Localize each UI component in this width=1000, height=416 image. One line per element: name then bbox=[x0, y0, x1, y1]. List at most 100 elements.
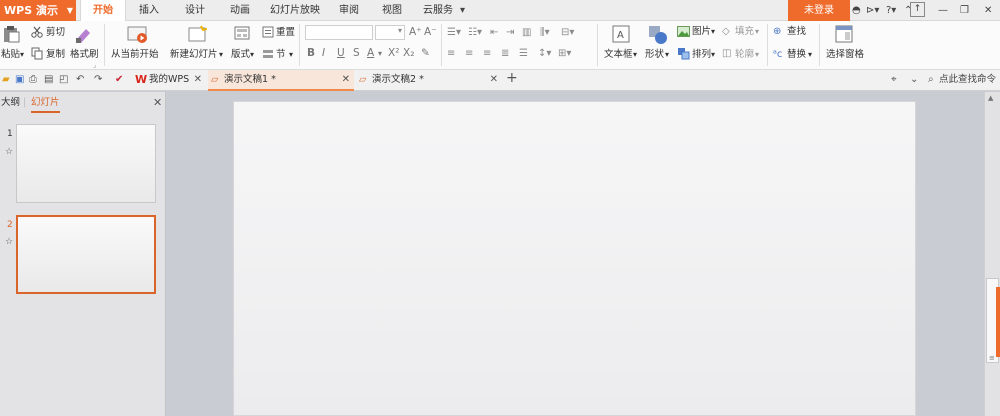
distribute-icon[interactable]: ☰ bbox=[519, 48, 528, 60]
tab-document-2[interactable]: ▱ 演示文稿2 * ✕ bbox=[356, 70, 502, 91]
tab-view[interactable]: 视图 bbox=[377, 0, 407, 21]
restore-layout-icon[interactable]: ↑ bbox=[910, 2, 925, 17]
new-tab-icon[interactable]: + bbox=[506, 71, 518, 85]
slide-thumbnail-selected[interactable] bbox=[16, 215, 156, 294]
picture-button[interactable]: 图片 bbox=[692, 26, 711, 38]
section-button[interactable]: 节 bbox=[276, 49, 286, 61]
close-icon[interactable]: ✕ bbox=[194, 70, 202, 90]
divider bbox=[767, 24, 768, 66]
help-icon[interactable]: ?▾ bbox=[886, 3, 896, 18]
chevron-down-icon[interactable]: ▾ bbox=[289, 49, 293, 61]
chevron-down-icon[interactable]: ▾ bbox=[711, 49, 715, 61]
tab-document-1[interactable]: ▱ 演示文稿1 * ✕ bbox=[208, 70, 354, 91]
replace-button[interactable]: 替换 bbox=[787, 49, 806, 61]
play-from-current-button[interactable]: 从当前开始 bbox=[111, 49, 159, 61]
tab-cloud[interactable]: 云服务 bbox=[420, 0, 456, 21]
copy-button[interactable]: 复制 bbox=[46, 49, 65, 61]
chevron-down-icon[interactable]: ▾ bbox=[808, 49, 812, 61]
tab-home[interactable]: 开始 bbox=[80, 0, 126, 22]
columns-icon[interactable]: ▥ bbox=[522, 27, 531, 39]
increase-indent-icon[interactable]: ⇥ bbox=[506, 27, 514, 39]
reset-button[interactable]: 重置 bbox=[276, 27, 295, 39]
chevron-down-icon[interactable]: ▾ bbox=[219, 49, 223, 61]
text-direction-icon[interactable]: ⫼▾ bbox=[540, 27, 550, 39]
font-name-combo[interactable] bbox=[305, 25, 373, 40]
tab-review[interactable]: 审阅 bbox=[334, 0, 364, 21]
arrange-button[interactable]: 排列 bbox=[692, 49, 711, 61]
align-center-icon[interactable]: ≡ bbox=[465, 48, 473, 60]
align-text-icon[interactable]: ⊟▾ bbox=[561, 27, 574, 39]
minimize-icon[interactable]: — bbox=[938, 3, 948, 18]
font-size-combo[interactable]: ▾ bbox=[375, 25, 405, 40]
shadow-icon[interactable]: S bbox=[353, 47, 360, 60]
slide-thumbnail[interactable] bbox=[16, 124, 156, 203]
bullet-list-icon[interactable]: ☰▾ bbox=[447, 27, 461, 39]
decrease-indent-icon[interactable]: ⇤ bbox=[490, 27, 498, 39]
print-icon[interactable]: ⎙ bbox=[29, 74, 37, 86]
layout-button[interactable]: 版式 bbox=[231, 49, 250, 61]
outline-button[interactable]: 轮廓 bbox=[735, 49, 754, 61]
subscript-icon[interactable]: X₂ bbox=[403, 47, 414, 60]
tab-design[interactable]: 设计 bbox=[180, 0, 210, 21]
italic-icon[interactable]: I bbox=[322, 47, 325, 60]
chevron-down-icon[interactable]: ▾ bbox=[633, 49, 637, 61]
shape-button[interactable]: 形状 bbox=[645, 49, 664, 61]
tab-menu-icon[interactable]: ⌄ bbox=[910, 74, 918, 86]
paste-button[interactable]: 粘贴 bbox=[1, 49, 20, 61]
vertical-scrollbar[interactable]: ▲ ≡ bbox=[984, 92, 1000, 416]
customize-qat-icon[interactable]: ✔ bbox=[115, 74, 123, 86]
tab-insert[interactable]: 插入 bbox=[134, 0, 164, 21]
selection-pane-button[interactable]: 选择窗格 bbox=[826, 49, 864, 61]
share-icon[interactable]: ⊳▾ bbox=[866, 3, 879, 18]
tab-slides[interactable]: 幻灯片 bbox=[31, 96, 60, 113]
close-icon[interactable]: ✕ bbox=[490, 70, 498, 90]
align-right-icon[interactable]: ≡ bbox=[483, 48, 491, 60]
app-menu-button[interactable]: WPS 演示 ▼ bbox=[0, 0, 76, 21]
tab-slideshow[interactable]: 幻灯片放映 bbox=[266, 0, 324, 21]
close-panel-icon[interactable]: ✕ bbox=[153, 96, 162, 110]
fill-button[interactable]: 填充 bbox=[735, 26, 754, 38]
login-button[interactable]: 未登录 bbox=[788, 0, 850, 21]
clear-format-icon[interactable]: ✎ bbox=[421, 47, 430, 60]
close-icon[interactable]: ✕ bbox=[984, 3, 992, 18]
skin-icon[interactable]: ◓ bbox=[852, 3, 861, 18]
smartart-icon[interactable]: ⊞▾ bbox=[558, 48, 571, 60]
undo-icon[interactable]: ↶ bbox=[76, 74, 84, 86]
print-preview-icon[interactable]: ▤ bbox=[44, 74, 53, 86]
chevron-down-icon[interactable]: ▾ bbox=[665, 49, 669, 61]
pin-icon[interactable]: ⌖ bbox=[891, 74, 897, 86]
chevron-down-icon[interactable]: ▾ bbox=[250, 49, 254, 61]
chevron-down-icon[interactable]: ▾ bbox=[378, 47, 382, 60]
bold-icon[interactable]: B bbox=[307, 47, 315, 60]
cut-button[interactable]: 剪切 bbox=[46, 27, 65, 39]
chevron-down-icon[interactable]: ▾ bbox=[20, 49, 24, 61]
redo-icon[interactable]: ↷ bbox=[94, 74, 102, 86]
font-shrink-icon[interactable]: A⁻ bbox=[424, 26, 437, 39]
tab-animation[interactable]: 动画 bbox=[225, 0, 255, 21]
tab-my-wps[interactable]: W 我的WPS ✕ bbox=[133, 70, 206, 91]
align-left-icon[interactable]: ≡ bbox=[447, 48, 455, 60]
find-button[interactable]: 查找 bbox=[787, 26, 806, 38]
textbox-button[interactable]: 文本框 bbox=[604, 49, 633, 61]
maximize-icon[interactable]: ❐ bbox=[960, 3, 969, 18]
superscript-icon[interactable]: X² bbox=[388, 47, 399, 60]
chevron-down-icon[interactable]: ▾ bbox=[460, 3, 465, 18]
font-color-icon[interactable]: A bbox=[367, 47, 374, 60]
new-slide-button[interactable]: 新建幻灯片 bbox=[170, 49, 218, 61]
font-grow-icon[interactable]: A⁺ bbox=[409, 26, 422, 39]
export-pdf-icon[interactable]: ◰ bbox=[59, 74, 68, 86]
command-search-input[interactable]: 点此查找命令 bbox=[939, 74, 996, 86]
chevron-down-icon[interactable]: ▾ bbox=[755, 49, 759, 61]
chevron-down-icon[interactable]: ▾ bbox=[755, 26, 759, 38]
scroll-up-icon[interactable]: ▲ bbox=[988, 94, 993, 102]
justify-icon[interactable]: ≣ bbox=[501, 48, 509, 60]
chevron-down-icon[interactable]: ▾ bbox=[711, 26, 715, 38]
save-icon[interactable]: ▣ bbox=[15, 74, 24, 86]
slide-canvas[interactable] bbox=[233, 101, 916, 416]
line-spacing-icon[interactable]: ↕▾ bbox=[538, 48, 551, 60]
close-icon[interactable]: ✕ bbox=[342, 70, 350, 90]
numbered-list-icon[interactable]: ☷▾ bbox=[468, 27, 482, 39]
tab-outline[interactable]: 大纲 bbox=[1, 96, 20, 110]
underline-icon[interactable]: U bbox=[337, 47, 345, 60]
open-folder-icon[interactable]: ▰ bbox=[2, 74, 10, 86]
